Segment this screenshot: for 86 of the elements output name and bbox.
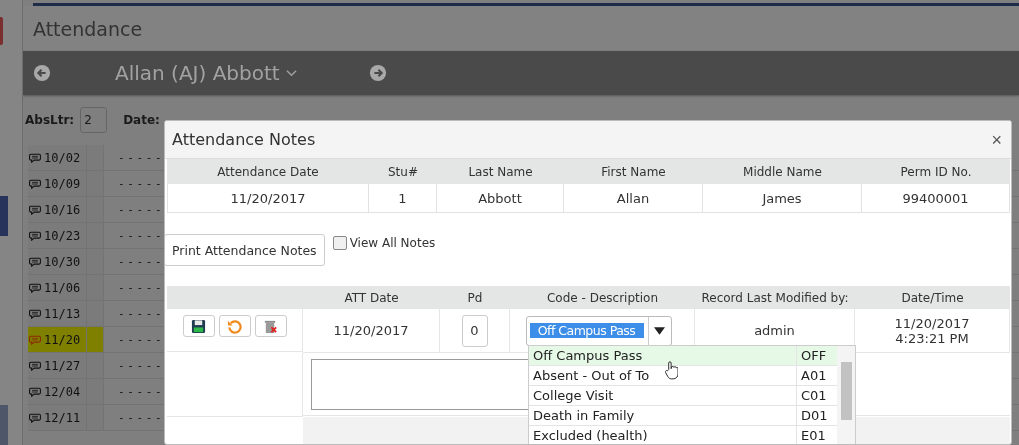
note-icon[interactable] <box>29 308 41 319</box>
week-date: 12/11 <box>43 409 82 427</box>
column-header: Record Last Modified by: <box>695 286 855 309</box>
date-cell[interactable]: 10/30 <box>28 249 104 274</box>
attendance-marks: - - - - - <box>117 150 160 166</box>
checkbox-label: View All Notes <box>349 236 436 250</box>
code-dropdown[interactable]: Off Campus Pass <box>525 315 672 346</box>
field-label: Date: <box>123 113 160 127</box>
column-header: Stu# <box>369 159 437 184</box>
note-icon[interactable] <box>29 230 41 241</box>
table-cell: 11/20/2017 4:23:21 PM <box>855 309 1010 353</box>
print-button[interactable]: Print Attendance Notes <box>165 234 325 266</box>
dropdown-option[interactable]: Off Campus Pass OFF <box>529 346 837 366</box>
week-date: 10/23 <box>43 227 82 245</box>
week-date: 11/20 <box>43 331 82 349</box>
attendance-marks: - - - - - <box>117 280 160 296</box>
attendance-marks: - - - - - <box>117 358 160 374</box>
dropdown-option[interactable]: College Visit C01 <box>529 386 837 406</box>
date-cell[interactable]: 11/06 <box>28 275 104 300</box>
note-icon[interactable] <box>29 360 41 371</box>
attendance-marks: - - - - - <box>117 254 160 270</box>
note-icon[interactable] <box>29 204 41 215</box>
table-cell: 11/20/2017 <box>167 184 369 213</box>
column-header: Code - Description <box>510 286 695 309</box>
trash-icon <box>263 318 278 334</box>
date-cell[interactable]: 11/13 <box>28 301 104 326</box>
table-cell: Abbott <box>437 184 564 213</box>
table-cell: Allan <box>564 184 703 213</box>
checkbox[interactable] <box>332 236 347 250</box>
column-header: Attendance Date <box>167 159 369 184</box>
attendance-marks: - - - - - <box>117 410 160 426</box>
table-cell: James <box>703 184 862 213</box>
note-icon[interactable] <box>29 152 41 163</box>
date-cell[interactable]: 10/23 <box>28 223 104 248</box>
note-icon[interactable] <box>29 282 41 293</box>
attendance-marks: - - - - - <box>117 306 160 322</box>
close-button[interactable]: × <box>989 130 1004 149</box>
note-icon[interactable] <box>29 412 41 423</box>
attendance-marks: - - - - - <box>117 176 160 192</box>
table-cell: 99400001 <box>862 184 1010 213</box>
scrollbar[interactable] <box>837 346 855 444</box>
table-cell: 1 <box>369 184 437 213</box>
date-cell[interactable]: 10/02 <box>28 145 104 170</box>
column-header: Pd <box>440 286 510 309</box>
week-date: 11/27 <box>43 357 82 375</box>
hand-cursor-icon <box>665 361 678 380</box>
date-cell[interactable]: 11/20 <box>28 327 104 352</box>
week-date: 11/06 <box>43 279 82 297</box>
input-field[interactable]: 2 <box>80 107 108 133</box>
note-icon[interactable] <box>29 178 41 189</box>
delete-button[interactable] <box>254 315 287 337</box>
week-date: 10/16 <box>43 201 82 219</box>
week-date: 12/04 <box>43 383 82 401</box>
week-date: 10/30 <box>43 253 82 271</box>
note-icon[interactable] <box>29 256 41 267</box>
date-cell[interactable]: 12/04 <box>28 379 104 404</box>
caret-icon <box>654 326 665 335</box>
note-icon[interactable] <box>29 386 41 397</box>
previous-icon[interactable] <box>33 64 51 82</box>
column-header: Perm ID No. <box>862 159 1010 184</box>
week-date: 10/09 <box>43 175 82 193</box>
date-cell[interactable]: 12/11 <box>28 405 104 430</box>
dropdown-option[interactable]: Death in Family D01 <box>529 406 837 426</box>
attendance-marks: - - - - - <box>117 228 160 244</box>
dialog-title: Attendance Notes <box>172 130 316 149</box>
week-date: 10/02 <box>43 149 82 167</box>
field-label: AbsLtr: <box>25 113 75 127</box>
column-header: First Name <box>564 159 703 184</box>
save-button[interactable] <box>182 315 215 337</box>
chevron-icon[interactable] <box>285 69 297 77</box>
column-header: Date/Time <box>855 286 1010 309</box>
column-header: Last Name <box>437 159 564 184</box>
table-cell: 11/20/2017 <box>303 309 440 353</box>
attendance-marks: - - - - - <box>117 332 160 348</box>
next-icon[interactable] <box>368 64 387 82</box>
week-date: 11/13 <box>43 305 82 323</box>
undo-icon <box>227 318 242 334</box>
attendance-marks: - - - - - <box>117 384 160 400</box>
date-cell[interactable]: 10/16 <box>28 197 104 222</box>
student-name[interactable]: Allan (AJ) Abbott <box>115 61 280 85</box>
date-cell[interactable]: 10/09 <box>28 171 104 196</box>
column-header: Middle Name <box>703 159 862 184</box>
period-field[interactable]: 0 <box>461 314 488 347</box>
attendance-marks: - - - - - <box>117 202 160 218</box>
date-cell[interactable]: 11/27 <box>28 353 104 378</box>
column-header: ATT Date <box>303 286 440 309</box>
